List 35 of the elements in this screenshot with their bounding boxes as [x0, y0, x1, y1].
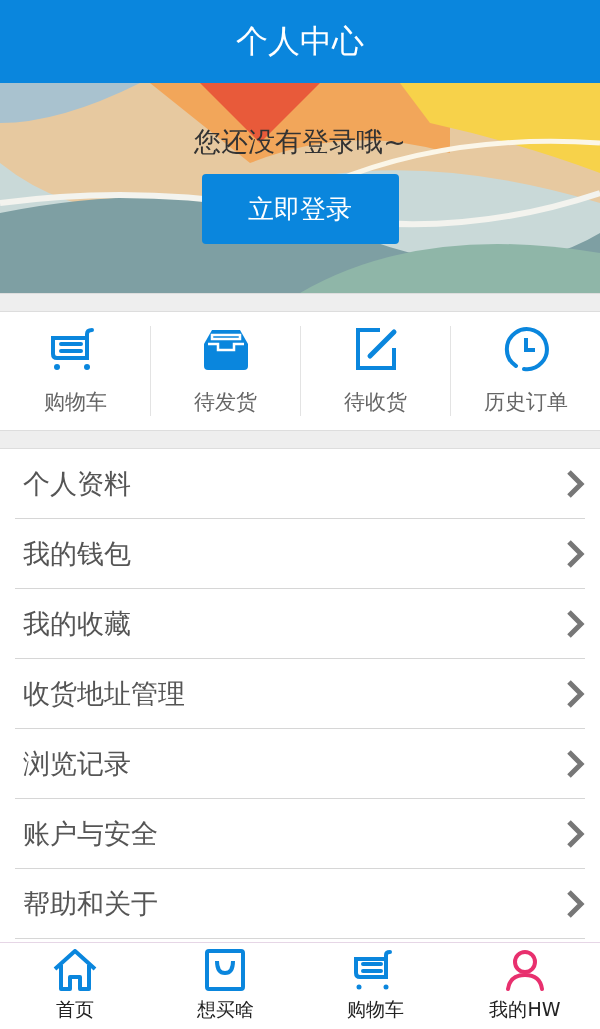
- home-icon: [53, 949, 97, 991]
- tab-bar-item[interactable]: 购物车: [300, 943, 450, 1029]
- menu-label: 浏览记录: [22, 746, 131, 781]
- chevron-right-icon: [565, 608, 585, 639]
- menu-row[interactable]: 账户与安全: [15, 799, 585, 869]
- chevron-right-icon: [565, 748, 585, 779]
- chevron-right-icon: [565, 818, 585, 849]
- login-prompt: 您还没有登录哦~: [194, 125, 406, 159]
- menu-row[interactable]: 我的钱包: [15, 519, 585, 589]
- menu-label: 账户与安全: [22, 816, 158, 851]
- menu-row[interactable]: 收货地址管理: [15, 659, 585, 729]
- order-shortcut[interactable]: 待收货: [300, 326, 450, 416]
- tab-bar-item[interactable]: 我的HW: [450, 943, 600, 1029]
- menu-row[interactable]: 帮助和关于: [15, 869, 585, 939]
- menu-label: 帮助和关于: [22, 886, 158, 921]
- menu-label: 个人资料: [22, 466, 131, 501]
- chevron-right-icon: [565, 888, 585, 919]
- order-shortcut[interactable]: 历史订单: [450, 326, 600, 416]
- menu-row[interactable]: 我的收藏: [15, 589, 585, 659]
- menu-row[interactable]: 个人资料: [15, 449, 585, 519]
- chevron-right-icon: [565, 538, 585, 569]
- tab-bar-item[interactable]: 想买啥: [150, 943, 300, 1029]
- order-shortcut[interactable]: 购物车: [0, 326, 150, 416]
- tab-bar-item[interactable]: 首页: [0, 943, 150, 1029]
- chevron-right-icon: [565, 678, 585, 709]
- menu-label: 收货地址管理: [22, 676, 185, 711]
- login-button[interactable]: 立即登录: [201, 174, 399, 244]
- menu-label: 我的钱包: [22, 536, 131, 571]
- shopping-bag-icon: [203, 949, 247, 991]
- page-title: 个人中心: [236, 20, 364, 62]
- chevron-right-icon: [565, 468, 585, 499]
- menu-row[interactable]: 浏览记录: [15, 729, 585, 799]
- menu-label: 我的收藏: [22, 606, 131, 641]
- user-icon: [503, 949, 547, 991]
- order-shortcut[interactable]: 待发货: [150, 326, 300, 416]
